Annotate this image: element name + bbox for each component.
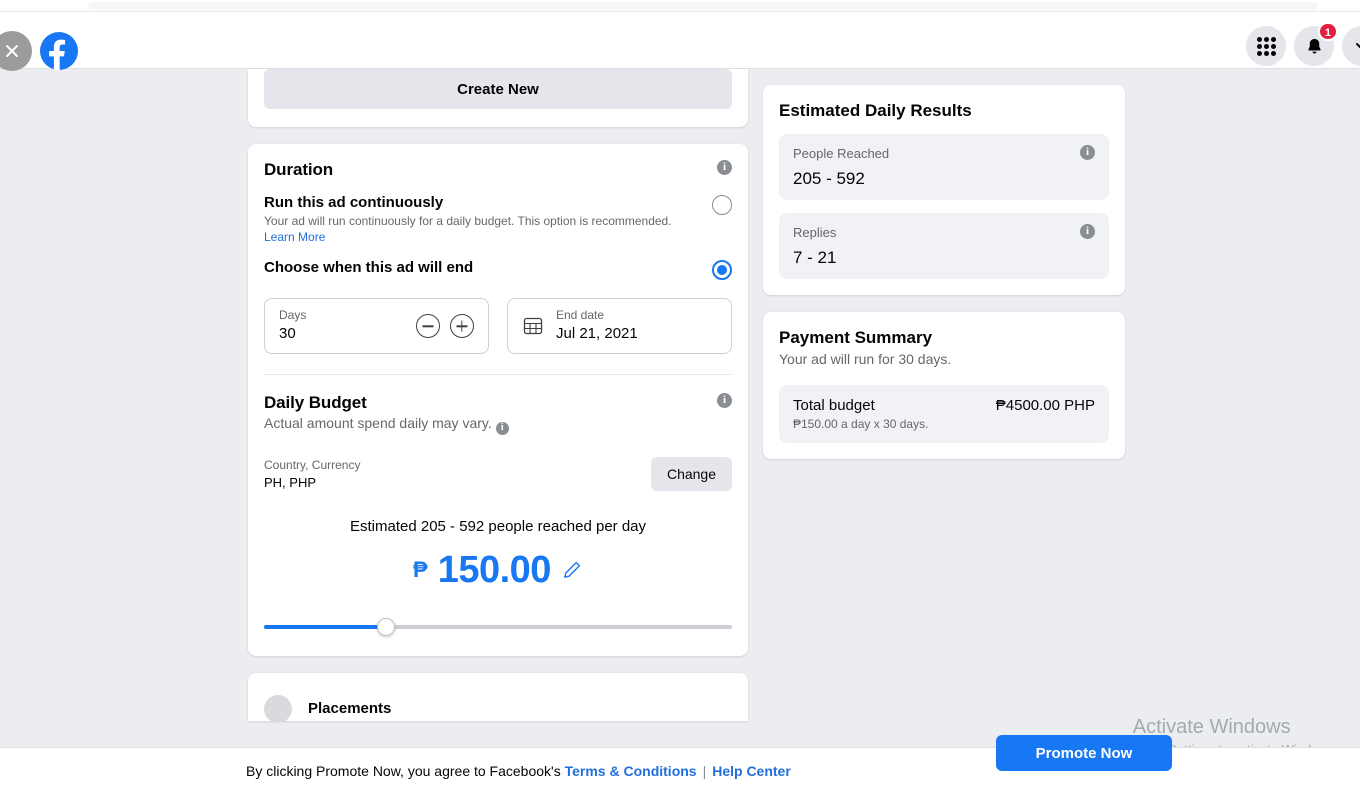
stat-replies-label: Replies <box>793 225 837 241</box>
stat-replies-info-icon[interactable]: i <box>1080 224 1095 240</box>
days-field-value: 30 <box>279 325 296 343</box>
estimated-results-card: Estimated Daily Results People Reached 2… <box>763 85 1125 296</box>
audience-card-partial: Create New <box>248 69 748 127</box>
duration-info-icon[interactable]: i <box>717 160 732 175</box>
page-body: Create New Duration i Run this ad contin… <box>0 69 1360 795</box>
days-increment-button[interactable] <box>450 314 474 339</box>
days-field-label: Days <box>279 308 307 323</box>
placements-card-partial[interactable]: Placements <box>248 672 748 721</box>
close-button[interactable] <box>0 31 32 71</box>
end-date-field[interactable]: End date Jul 21, 2021 <box>507 298 732 355</box>
facebook-topbar: 1 <box>0 12 1360 71</box>
payment-summary-subtitle: Your ad will run for 30 days. <box>779 351 952 368</box>
option-run-continuously-sub: Your ad will run continuously for a dail… <box>264 213 672 245</box>
budget-sub-info-icon[interactable]: i <box>495 421 509 435</box>
duration-budget-divider <box>264 374 732 376</box>
stat-replies-texts: Replies 7 - 21 <box>793 224 836 268</box>
terms-notice: By clicking Promote Now, you agree to Fa… <box>246 763 791 779</box>
placements-avatar-icon <box>264 694 292 721</box>
budget-amount-value: 150.00 <box>437 548 552 591</box>
end-date-field-texts: End date Jul 21, 2021 <box>556 308 717 344</box>
country-currency-value: PH, PHP <box>264 474 317 490</box>
create-new-button[interactable]: Create New <box>264 69 732 109</box>
help-center-link[interactable]: Help Center <box>712 763 791 779</box>
account-menu-button[interactable] <box>1342 26 1360 66</box>
placements-row: Placements <box>264 694 732 721</box>
end-date-field-value: Jul 21, 2021 <box>556 325 638 343</box>
radio-run-continuously[interactable] <box>712 195 732 215</box>
days-stepper <box>416 314 474 339</box>
option-run-continuously-label: Run this ad continuously <box>264 194 444 211</box>
radio-choose-end[interactable] <box>712 260 732 281</box>
left-column: Create New Duration i Run this ad contin… <box>248 69 748 721</box>
placements-label: Placements <box>308 700 392 718</box>
stat-people-reached-label: People Reached <box>793 146 890 161</box>
payment-summary-title: Payment Summary <box>779 328 933 348</box>
duration-card: Duration i Run this ad continuously Your… <box>248 144 748 656</box>
stat-people-reached-value: 205 - 592 <box>793 168 865 188</box>
end-date-field-label: End date <box>556 308 605 323</box>
calendar-icon <box>523 318 543 335</box>
total-budget-label: Total budget <box>793 397 875 415</box>
budget-amount-row: ₱ 150.00 <box>264 549 732 592</box>
budget-title: Daily Budget <box>264 393 367 413</box>
stat-replies: Replies 7 - 21 i <box>779 213 1109 280</box>
estimated-results-title: Estimated Daily Results <box>779 101 972 120</box>
days-field-texts: Days 30 <box>279 308 416 344</box>
option-run-continuously[interactable]: Run this ad continuously Your ad will ru… <box>264 194 732 245</box>
total-budget-note: ₱150.00 a day x 30 days. <box>793 417 929 432</box>
option-run-continuously-subtext: Your ad will run continuously for a dail… <box>264 214 672 228</box>
option-run-continuously-texts: Run this ad continuously Your ad will ru… <box>264 194 672 245</box>
facebook-logo[interactable] <box>40 32 78 70</box>
browser-address-bar[interactable] <box>88 2 1318 10</box>
terms-separator: | <box>702 763 707 779</box>
option-choose-end-label: Choose when this ad will end <box>264 259 474 277</box>
country-currency-row: Country, Currency PH, PHP Change <box>264 457 732 492</box>
budget-header: Daily Budget Actual amount spend daily m… <box>264 393 732 435</box>
change-currency-button[interactable]: Change <box>650 457 732 492</box>
app-root: 1 Create New Duration i Run this ad cont… <box>0 0 1360 795</box>
duration-fields: Days 30 End date Jul 21, 2021 <box>264 298 732 355</box>
notifications-button[interactable]: 1 <box>1294 22 1338 66</box>
browser-chrome-strip <box>0 0 1360 12</box>
budget-slider-fill <box>264 624 386 629</box>
apps-grid-button[interactable] <box>1246 26 1286 66</box>
budget-currency-symbol: ₱ <box>413 557 428 583</box>
apps-grid-icon <box>1256 36 1276 56</box>
chevron-down-icon <box>1356 43 1360 49</box>
pencil-icon[interactable] <box>561 559 583 581</box>
budget-slider-thumb[interactable] <box>376 617 395 636</box>
right-column: Estimated Daily Results People Reached 2… <box>763 85 1125 476</box>
close-icon <box>6 45 18 57</box>
budget-info-icon[interactable]: i <box>717 393 732 409</box>
budget-slider[interactable] <box>264 617 732 636</box>
days-decrement-button[interactable] <box>416 314 440 339</box>
topbar-actions: 1 <box>1246 22 1360 66</box>
budget-header-texts: Daily Budget Actual amount spend daily m… <box>264 393 509 435</box>
stat-people-reached: People Reached 205 - 592 i <box>779 134 1109 201</box>
promote-now-button[interactable]: Promote Now <box>996 735 1172 771</box>
total-budget-box: Total budget ₱4500.00 PHP ₱150.00 a day … <box>779 385 1109 444</box>
budget-subtitle: Actual amount spend daily may vary. i <box>264 415 509 435</box>
total-budget-row: Total budget ₱4500.00 PHP <box>793 397 1095 414</box>
terms-conditions-link[interactable]: Terms & Conditions <box>565 763 697 779</box>
stat-people-reached-texts: People Reached 205 - 592 <box>793 145 889 189</box>
country-currency-texts: Country, Currency PH, PHP <box>264 457 360 492</box>
option-choose-end[interactable]: Choose when this ad will end <box>264 259 732 281</box>
terms-notice-prefix: By clicking Promote Now, you agree to Fa… <box>246 763 565 779</box>
stat-people-reached-info-icon[interactable]: i <box>1080 145 1095 160</box>
stat-replies-value: 7 - 21 <box>793 248 837 268</box>
country-currency-label: Country, Currency <box>264 457 361 472</box>
budget-subtitle-text: Actual amount spend daily may vary. <box>264 415 492 432</box>
duration-title: Duration <box>264 160 334 179</box>
total-budget-amount: ₱4500.00 PHP <box>995 397 1095 415</box>
learn-more-link[interactable]: Learn More <box>264 230 325 244</box>
budget-estimate-line: Estimated 205 - 592 people reached per d… <box>349 517 647 535</box>
bell-icon <box>1307 38 1321 54</box>
duration-header: Duration i <box>264 160 732 180</box>
payment-summary-card: Payment Summary Your ad will run for 30 … <box>763 312 1125 460</box>
bottom-action-bar: By clicking Promote Now, you agree to Fa… <box>0 735 1360 795</box>
days-field[interactable]: Days 30 <box>264 298 489 355</box>
notifications-badge: 1 <box>1317 22 1338 41</box>
